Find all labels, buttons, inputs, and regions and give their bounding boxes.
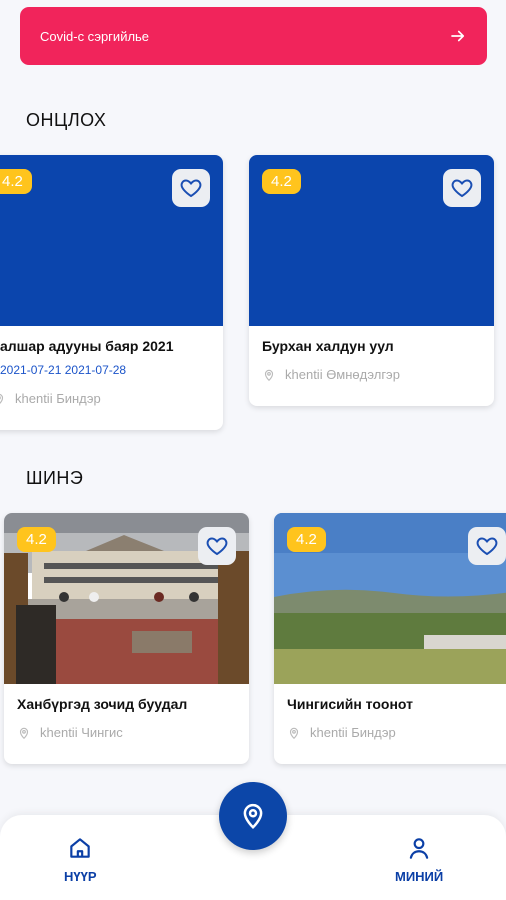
map-button[interactable] [219,782,287,850]
nav-profile[interactable]: МИНИЙ [395,835,443,884]
card-location: khentii Өмнөдэлгэр [262,367,400,382]
arrow-right-icon [451,30,465,42]
heart-icon [206,537,228,556]
location-text: khentii Биндэр [15,391,101,406]
card-location: khentii Чингис [17,725,123,740]
rating-badge: 4.2 [0,169,32,194]
favorite-button[interactable] [172,169,210,207]
favorite-button[interactable] [443,169,481,207]
location-pin-icon [0,393,4,404]
card-title: Ханбүргэд зочид буудал [17,696,188,712]
location-text: khentii Биндэр [310,725,396,740]
card-location: khentii Биндэр [287,725,396,740]
rating-badge: 4.2 [287,527,326,552]
section-title-popular: ОНЦЛОХ [26,110,107,130]
rating-badge: 4.2 [262,169,301,194]
banner-text: Covid-с сэргийлье [40,28,150,44]
event-card[interactable]: 4.2 Бурхан халдун уул khentii Өмнөдэлгэр [249,155,494,406]
location-pin-icon [289,727,299,739]
covid-banner[interactable]: Covid-с сэргийлье [20,7,487,65]
location-pin-icon [243,803,263,829]
place-card[interactable]: 4.2 Ханбүргэд зочид буудал khentii Чинги… [4,513,249,764]
card-title: Бурхан халдун уул [262,338,394,354]
home-icon [70,838,91,858]
place-card[interactable]: 4.2 Чингисийн тоонот khentii Биндэр [274,513,506,764]
card-title: алшар адууны баяр 2021 [0,338,174,354]
location-pin-icon [19,727,29,739]
nav-home[interactable]: НҮҮР [64,835,97,884]
favorite-button[interactable] [198,527,236,565]
heart-icon [476,537,498,556]
location-text: khentii Өмнөдэлгэр [285,367,400,382]
favorite-button[interactable] [468,527,506,565]
heart-icon [180,179,202,198]
card-location: khentii Биндэр [0,391,101,406]
event-card[interactable]: 4.2 алшар адууны баяр 2021 2021-07-21 20… [0,155,223,430]
location-text: khentii Чингис [40,725,123,740]
user-icon [409,838,429,859]
nav-home-label: НҮҮР [64,869,97,884]
section-title-new: ШИНЭ [26,468,84,488]
rating-badge: 4.2 [17,527,56,552]
location-pin-icon [264,369,274,381]
nav-profile-label: МИНИЙ [395,869,444,884]
card-title: Чингисийн тоонот [287,696,413,712]
heart-icon [451,179,473,198]
card-date: 2021-07-21 2021-07-28 [0,363,127,377]
